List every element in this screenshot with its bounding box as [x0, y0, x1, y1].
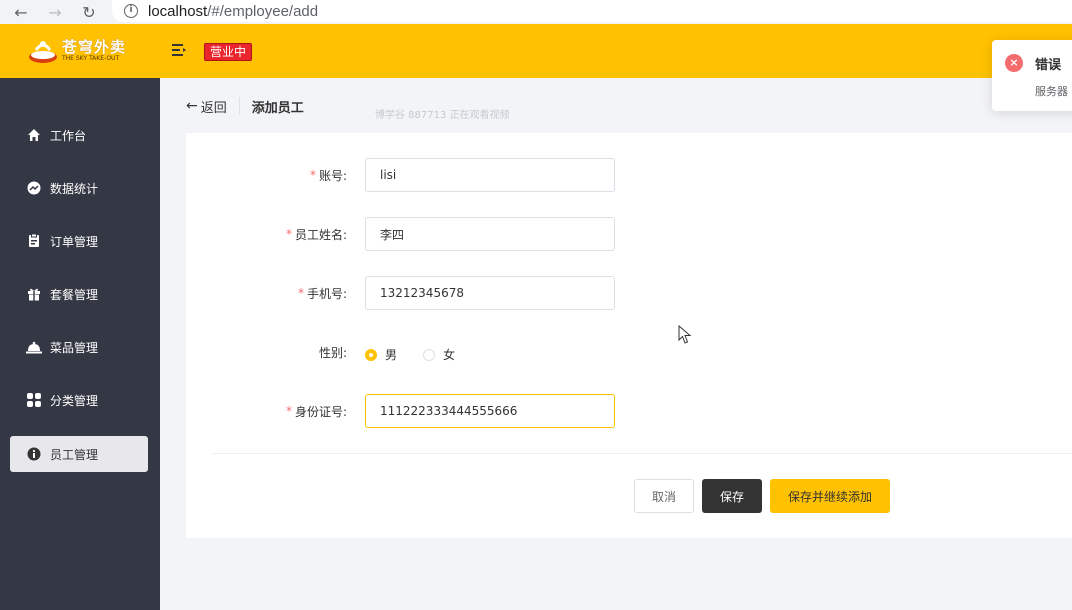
reload-icon[interactable]: ↻ [78, 1, 100, 23]
browser-toolbar: ← → ↻ i localhost/#/employee/add [0, 0, 1072, 24]
required-mark: * [309, 168, 316, 182]
error-circle-icon: × [1005, 54, 1023, 72]
breadcrumb-divider [238, 97, 240, 115]
gender-male-radio[interactable]: 男 [365, 346, 397, 363]
mouse-cursor-icon [678, 325, 692, 344]
url-text: localhost/#/employee/add [148, 3, 318, 20]
gender-female-label: 女 [443, 348, 456, 362]
sidebar-item-workbench[interactable]: 工作台 [10, 117, 148, 153]
sidebar-item-label: 工作台 [50, 128, 87, 143]
page-title: 添加员工 [251, 100, 304, 116]
sidebar-item-dishes[interactable]: 菜品管理 [10, 329, 148, 365]
logo: 苍穹外卖 THE SKY TAKE-OUT [0, 24, 160, 78]
sidebar-item-label: 套餐管理 [50, 287, 99, 302]
dish-icon [26, 339, 42, 355]
sidebar-item-category[interactable]: 分类管理 [10, 382, 148, 418]
back-link[interactable]: ← 返回 [186, 97, 227, 116]
main-content: ← 返回 添加员工 博学谷 887713 正在观看视频 * 账号: lisi *… [160, 78, 1072, 610]
info-icon [26, 446, 42, 462]
sidebar-item-label: 数据统计 [50, 181, 99, 196]
required-mark: * [285, 227, 292, 241]
sidebar-item-employee[interactable]: 员工管理 [10, 436, 148, 472]
gender-radio-group: 男 女 [365, 346, 481, 363]
idno-label: * 身份证号: [186, 394, 356, 428]
required-mark: * [297, 286, 304, 300]
gender-label: 性别: [186, 335, 356, 369]
sidebar-item-statistics[interactable]: 数据统计 [10, 170, 148, 206]
grid-icon [26, 392, 42, 408]
url-host: localhost [148, 2, 208, 20]
arrow-left-icon: ← [186, 98, 198, 114]
name-value: 李四 [380, 227, 405, 242]
breadcrumb: ← 返回 添加员工 [186, 96, 304, 116]
sidebar-item-orders[interactable]: 订单管理 [10, 223, 148, 259]
toast-title: 错误 [1035, 58, 1062, 73]
sidebar-item-label: 菜品管理 [50, 340, 99, 355]
menu-toggle-icon[interactable] [172, 44, 186, 56]
gift-icon [26, 286, 42, 302]
error-toast: × 错误 服务器 [992, 40, 1072, 111]
required-mark: * [285, 404, 292, 418]
account-label: * 账号: [186, 158, 356, 192]
cancel-button[interactable]: 取消 [634, 479, 694, 513]
clipboard-icon [26, 233, 42, 249]
account-value: lisi [380, 168, 397, 182]
name-label-text: 员工姓名: [294, 227, 347, 242]
business-status-badge: 营业中 [204, 43, 253, 61]
save-button[interactable]: 保存 [702, 479, 762, 513]
sidebar-item-label: 员工管理 [50, 447, 99, 462]
account-label-text: 账号: [318, 168, 347, 183]
phone-label-text: 手机号: [306, 286, 347, 301]
logo-subtitle: THE SKY TAKE-OUT [62, 55, 120, 62]
chart-icon [26, 180, 42, 196]
radio-checked-icon [365, 348, 377, 361]
sidebar-item-label: 订单管理 [50, 234, 99, 249]
phone-label: * 手机号: [186, 276, 356, 310]
top-header: 苍穹外卖 THE SKY TAKE-OUT 营业中 [0, 24, 1072, 78]
watermark-text: 博学谷 887713 正在观看视频 [375, 110, 510, 121]
idno-value: 111222333444555666 [380, 404, 518, 418]
employee-form-card: * 账号: lisi * 员工姓名: 李四 * 手机号: 13212345678… [186, 133, 1072, 538]
site-info-icon[interactable]: i [124, 4, 138, 18]
logo-icon [29, 41, 57, 63]
back-arrow-icon[interactable]: ← [10, 1, 32, 23]
sidebar: 工作台 数据统计 订单管理 套餐管理 菜品管理 分类管理 员工管理 [0, 78, 160, 610]
save-and-continue-button[interactable]: 保存并继续添加 [770, 479, 890, 513]
phone-value: 13212345678 [380, 286, 464, 300]
radio-unchecked-icon [423, 348, 436, 361]
idno-label-text: 身份证号: [294, 404, 347, 419]
form-divider [212, 453, 1072, 454]
back-label: 返回 [200, 100, 227, 116]
name-label: * 员工姓名: [186, 217, 356, 251]
url-path: /#/employee/add [207, 2, 319, 20]
phone-input[interactable]: 13212345678 [365, 276, 615, 310]
address-bar[interactable]: i localhost/#/employee/add [112, 0, 1072, 22]
account-input[interactable]: lisi [365, 158, 615, 192]
idno-input[interactable]: 111222333444555666 [365, 394, 615, 428]
sidebar-item-setmeal[interactable]: 套餐管理 [10, 276, 148, 312]
toast-message: 服务器 [1035, 85, 1068, 98]
gender-female-radio[interactable]: 女 [423, 346, 455, 363]
gender-label-text: 性别: [318, 345, 347, 360]
gender-male-label: 男 [385, 348, 398, 362]
logo-title: 苍穹外卖 [62, 38, 127, 56]
name-input[interactable]: 李四 [365, 217, 615, 251]
home-icon [26, 127, 42, 143]
forward-arrow-icon[interactable]: → [44, 1, 66, 23]
sidebar-item-label: 分类管理 [50, 393, 99, 408]
